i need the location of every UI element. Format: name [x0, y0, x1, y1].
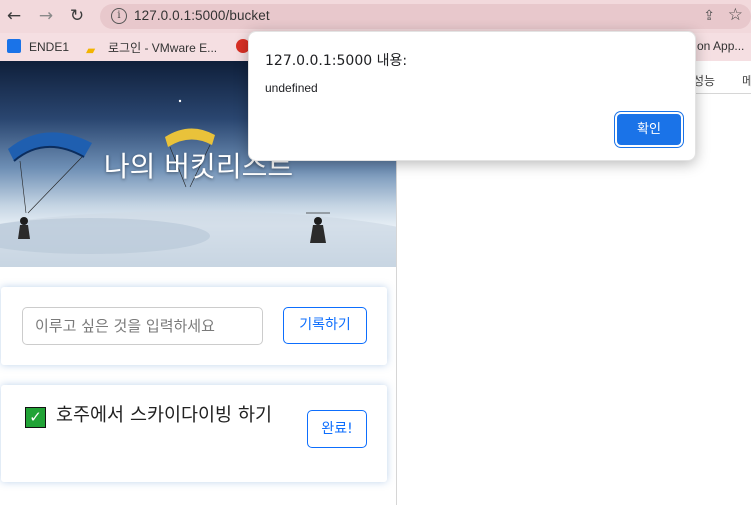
ok-button[interactable]: 확인 [617, 114, 681, 145]
add-goal-card: 기록하기 [1, 287, 387, 365]
bucket-list-item: ✓ 호주에서 스카이다이빙 하기 완료! [1, 385, 387, 482]
address-bar[interactable]: i 127.0.0.1:5000/bucket ⇪ ☆ [100, 4, 751, 29]
save-button[interactable]: 기록하기 [283, 307, 367, 344]
key-icon: ▰ [86, 43, 96, 57]
reload-icon[interactable]: ↻ [67, 6, 87, 26]
bookmark-label: ENDE1 [29, 40, 70, 54]
done-button[interactable]: 완료! [307, 410, 367, 448]
bookmark-star-icon[interactable]: ☆ [728, 5, 743, 25]
bookmark-label: 로그인 - VMware E... [108, 41, 218, 55]
bookmark-label: on App... [697, 39, 745, 53]
bookmark-vmware[interactable]: ▰ 로그인 - VMware E... [86, 39, 217, 57]
dialog-message: undefined [265, 81, 318, 95]
bookmark-favicon-icon [7, 39, 21, 53]
back-arrow-icon[interactable]: ← [4, 6, 24, 26]
dialog-title: 127.0.0.1:5000 내용: [265, 53, 408, 69]
bookmark-ende1[interactable]: ENDE1 [7, 39, 69, 54]
goal-input[interactable] [22, 307, 263, 345]
url-text[interactable]: 127.0.0.1:5000/bucket [134, 8, 270, 23]
share-icon[interactable]: ⇪ [703, 8, 715, 24]
bookmark-app[interactable]: on App... [697, 39, 744, 53]
alert-dialog: 127.0.0.1:5000 내용: undefined 확인 [248, 31, 696, 161]
site-info-icon[interactable]: i [111, 8, 127, 24]
browser-toolbar: ← → ↻ i 127.0.0.1:5000/bucket ⇪ ☆ [0, 0, 751, 33]
devtools-tab-more[interactable]: 메 [742, 72, 751, 89]
forward-arrow-icon[interactable]: → [36, 6, 56, 26]
bucket-item-text: 호주에서 스카이다이빙 하기 [56, 405, 273, 426]
devtools-tab-performance[interactable]: 성능 [693, 72, 715, 89]
